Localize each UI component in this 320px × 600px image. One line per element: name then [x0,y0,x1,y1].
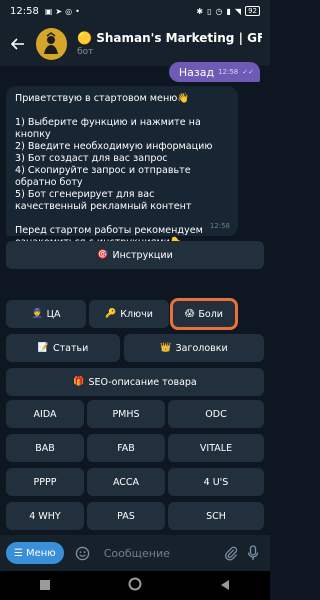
message-input-bar: ☰ Меню Сообщение [0,535,270,571]
more-notifications-icon: • [75,6,80,16]
smiley-icon [75,546,90,560]
microphone-icon [247,545,259,560]
menu-label: Меню [25,547,56,559]
chat-header-info[interactable]: 🟡 Shaman's Marketing | GF бот [77,31,262,57]
outgoing-message-text: Назад [178,65,215,79]
paperclip-icon [225,546,238,561]
sch-button[interactable]: SCH [168,502,264,530]
memo-icon: 📝 [37,343,49,353]
screaming-face-icon: 😱 [185,309,195,319]
system-navigation-bar [0,571,270,600]
shaman-logo-icon [44,32,59,54]
whatsapp-icon: ◎ [65,6,73,16]
seo-description-button[interactable]: 🎁 SEO-описание товара [6,368,264,396]
pas-button[interactable]: PAS [87,502,165,530]
chat-title: 🟡 Shaman's Marketing | GF [77,31,262,45]
status-time: 12:58 [10,5,39,17]
menu-lines-icon: ☰ [14,547,23,559]
ca-button[interactable]: 👮 ЦА [6,300,86,328]
pppp-button[interactable]: PPPP [6,468,84,496]
seo-description-label: SEO-описание товара [88,376,197,388]
chat-header: 🟡 Shaman's Marketing | GF бот [0,22,270,66]
four-us-button[interactable]: 4 U'S [168,468,264,496]
gift-icon: 🎁 [73,377,85,387]
vitale-button[interactable]: VITALE [168,434,264,462]
vibrate-icon: ▯ [207,6,212,16]
instructions-label: Инструкции [112,249,173,261]
bab-button[interactable]: BAB [6,434,84,462]
recent-apps-button[interactable] [39,576,51,595]
target-icon: 🎯 [97,250,109,260]
status-icons: ✱ ▯ ◷ ▮ ◥ 92 [196,6,260,16]
voice-message-button[interactable] [242,545,264,561]
battery-icon: 92 [245,6,260,16]
alarm-icon: ◷ [215,6,223,16]
back-button[interactable] [8,34,28,54]
wifi-icon: ◥ [234,6,242,16]
outgoing-message-time: 12:58 [218,68,239,76]
fab-button[interactable]: FAB [87,434,165,462]
emoji-button[interactable] [72,546,94,561]
headlines-button[interactable]: 👑 Заголовки [124,334,264,362]
status-bar: 12:58 ▣ ➤ ◎ • ✱ ▯ ◷ ▮ ◥ 92 [0,0,270,22]
square-icon [39,580,50,590]
attach-button[interactable] [220,546,242,561]
ca-label: ЦА [46,308,61,320]
notification-icons: ▣ ➤ ◎ • [45,7,80,16]
articles-button[interactable]: 📝 Статьи [6,334,120,362]
back-arrow-icon [10,38,24,50]
triangle-back-icon [221,580,230,590]
police-officer-icon: 👮 [31,309,43,319]
telegram-icon: ➤ [55,6,63,16]
incoming-message-time: 12:58 [209,222,230,230]
key-icon: 🔑 [105,309,117,319]
system-back-button[interactable] [219,576,231,595]
message-input[interactable]: Сообщение [104,547,220,560]
outgoing-message[interactable]: Назад 12:58 ✓✓ [168,62,260,82]
crown-icon: 👑 [160,343,172,353]
chat-subtitle: бот [77,47,94,57]
four-why-button[interactable]: 4 WHY [6,502,84,530]
headlines-label: Заголовки [175,342,228,354]
articles-label: Статьи [52,342,89,354]
instructions-button[interactable]: 🎯 Инструкции [6,241,264,269]
read-checkmarks-icon: ✓✓ [242,68,254,76]
bluetooth-icon: ✱ [196,6,204,16]
odc-button[interactable]: ODC [168,400,264,428]
keys-button[interactable]: 🔑 Ключи [89,300,169,328]
incoming-message[interactable]: Приветствую в стартовом меню👋 1) Выберит… [6,86,238,248]
pains-button[interactable]: 😱 Боли [170,298,238,330]
bot-avatar[interactable] [35,28,68,60]
pmhs-button[interactable]: PMHS [87,400,165,428]
acca-button[interactable]: ACCA [87,468,165,496]
incoming-message-text: Приветствую в стартовом меню👋 1) Выберит… [15,93,213,248]
home-button[interactable] [128,576,142,595]
gallery-icon: ▣ [44,6,53,16]
circle-home-icon [128,577,142,591]
pains-label: Боли [198,308,223,320]
signal-icon: ▮ [226,6,231,16]
aida-button[interactable]: AIDA [6,400,84,428]
keys-label: Ключи [120,308,153,320]
menu-button[interactable]: ☰ Меню [6,542,64,564]
